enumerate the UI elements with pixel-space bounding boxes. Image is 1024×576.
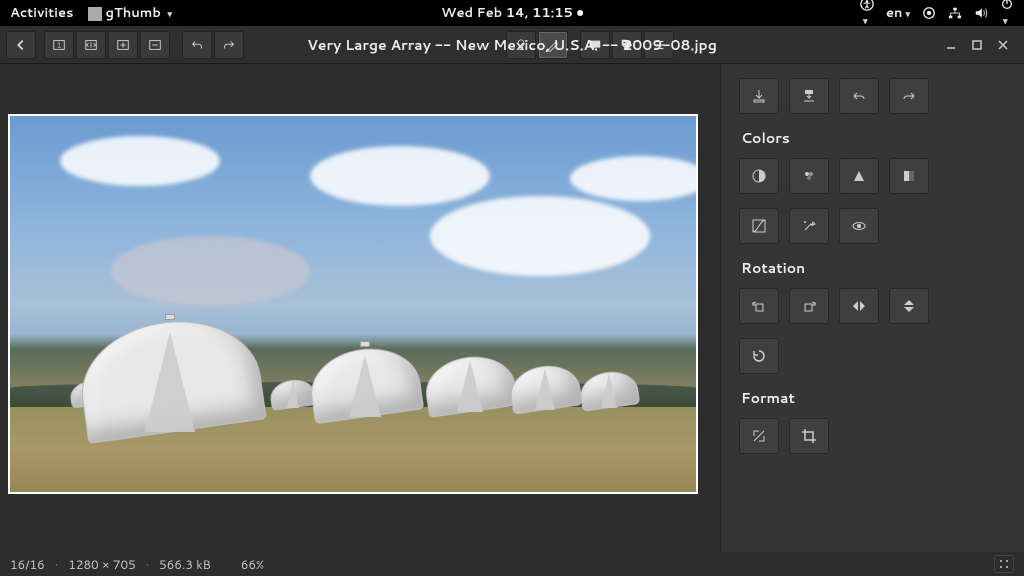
image-viewer[interactable] bbox=[0, 64, 720, 552]
flip-vertical-button[interactable] bbox=[889, 288, 929, 324]
zoom-in-button[interactable] bbox=[108, 31, 138, 59]
displayed-image bbox=[8, 114, 698, 494]
save-button[interactable] bbox=[739, 78, 779, 114]
adjust-colors-button[interactable] bbox=[789, 158, 829, 194]
thumbnail-strip-button[interactable] bbox=[994, 555, 1014, 573]
edit-side-panel: Colors Rotation Format bbox=[720, 64, 1024, 552]
app-menu[interactable]: gThumb bbox=[88, 4, 172, 22]
panel-undo-button[interactable] bbox=[839, 78, 879, 114]
enhance-button[interactable] bbox=[789, 208, 829, 244]
gnome-top-bar: Activities gThumb Wed Feb 14, 11:15 en bbox=[0, 0, 1024, 26]
rotate-left-button[interactable] bbox=[739, 288, 779, 324]
rotation-section-label: Rotation bbox=[741, 258, 1006, 278]
flip-horizontal-button[interactable] bbox=[839, 288, 879, 324]
back-button[interactable] bbox=[6, 31, 36, 59]
svg-text:1: 1 bbox=[57, 40, 61, 50]
negative-button[interactable] bbox=[839, 208, 879, 244]
panel-redo-button[interactable] bbox=[889, 78, 929, 114]
gthumb-app-icon bbox=[88, 7, 102, 21]
fit-window-button[interactable] bbox=[76, 31, 106, 59]
colors-section-label: Colors bbox=[741, 128, 1006, 148]
network-icon[interactable] bbox=[948, 6, 962, 20]
window-title: Very Large Array -- New Mexico, U.S.A. -… bbox=[307, 35, 717, 55]
power-menu[interactable] bbox=[1000, 0, 1014, 29]
accessibility-menu[interactable] bbox=[860, 0, 874, 29]
status-zoom: 66% bbox=[241, 556, 264, 573]
status-dimensions: 1280 × 705 bbox=[68, 556, 136, 573]
volume-icon[interactable] bbox=[974, 6, 988, 20]
close-button[interactable] bbox=[994, 36, 1012, 54]
status-bar: 16/16 · 1280 × 705 · 566.3 kB 66% bbox=[0, 552, 1024, 576]
free-rotate-button[interactable] bbox=[739, 338, 779, 374]
crop-button[interactable] bbox=[789, 418, 829, 454]
redo-button[interactable] bbox=[214, 31, 244, 59]
app-toolbar: 1 Very Large Array -- New Mexico, U.S.A.… bbox=[0, 26, 1024, 64]
curves-button[interactable] bbox=[739, 208, 779, 244]
equalize-button[interactable] bbox=[839, 158, 879, 194]
notification-dot-icon bbox=[577, 10, 583, 16]
zoom-out-button[interactable] bbox=[140, 31, 170, 59]
status-index: 16/16 bbox=[10, 556, 45, 573]
resize-button[interactable] bbox=[739, 418, 779, 454]
fit-width-button[interactable]: 1 bbox=[44, 31, 74, 59]
adjust-contrast-button[interactable] bbox=[739, 158, 779, 194]
save-as-button[interactable] bbox=[789, 78, 829, 114]
status-filesize: 566.3 kB bbox=[159, 556, 211, 573]
desaturate-button[interactable] bbox=[889, 158, 929, 194]
maximize-button[interactable] bbox=[968, 36, 986, 54]
input-language-menu[interactable]: en bbox=[886, 4, 910, 22]
undo-button[interactable] bbox=[182, 31, 212, 59]
rotate-right-button[interactable] bbox=[789, 288, 829, 324]
minimize-button[interactable] bbox=[942, 36, 960, 54]
format-section-label: Format bbox=[741, 388, 1006, 408]
screen-record-icon[interactable] bbox=[922, 6, 936, 20]
clock[interactable]: Wed Feb 14, 11:15 bbox=[441, 4, 573, 22]
activities-button[interactable]: Activities bbox=[10, 4, 74, 22]
